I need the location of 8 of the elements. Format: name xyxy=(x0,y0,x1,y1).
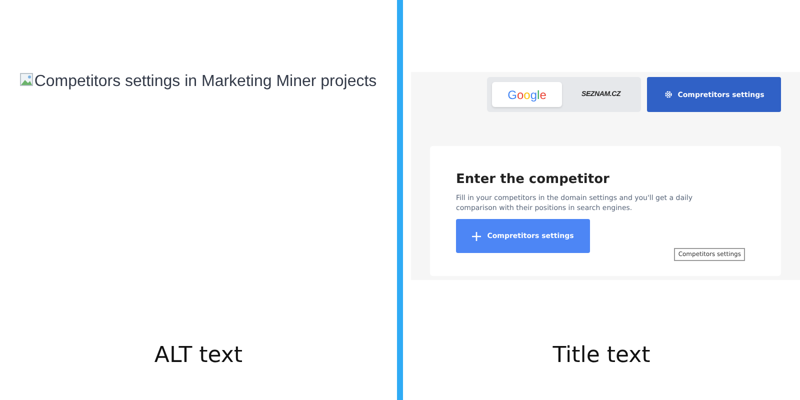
broken-image-icon xyxy=(20,73,34,87)
card-title: Enter the competitor xyxy=(456,172,610,187)
caption: Title text xyxy=(552,342,652,370)
plus-icon xyxy=(472,232,482,240)
image-alt-text: Competitors settings in Marketing Miner projects xyxy=(34,72,377,92)
gear-icon xyxy=(664,90,673,99)
caption: ALT text xyxy=(153,342,244,370)
engine-tab[interactable]: Google xyxy=(492,82,562,107)
